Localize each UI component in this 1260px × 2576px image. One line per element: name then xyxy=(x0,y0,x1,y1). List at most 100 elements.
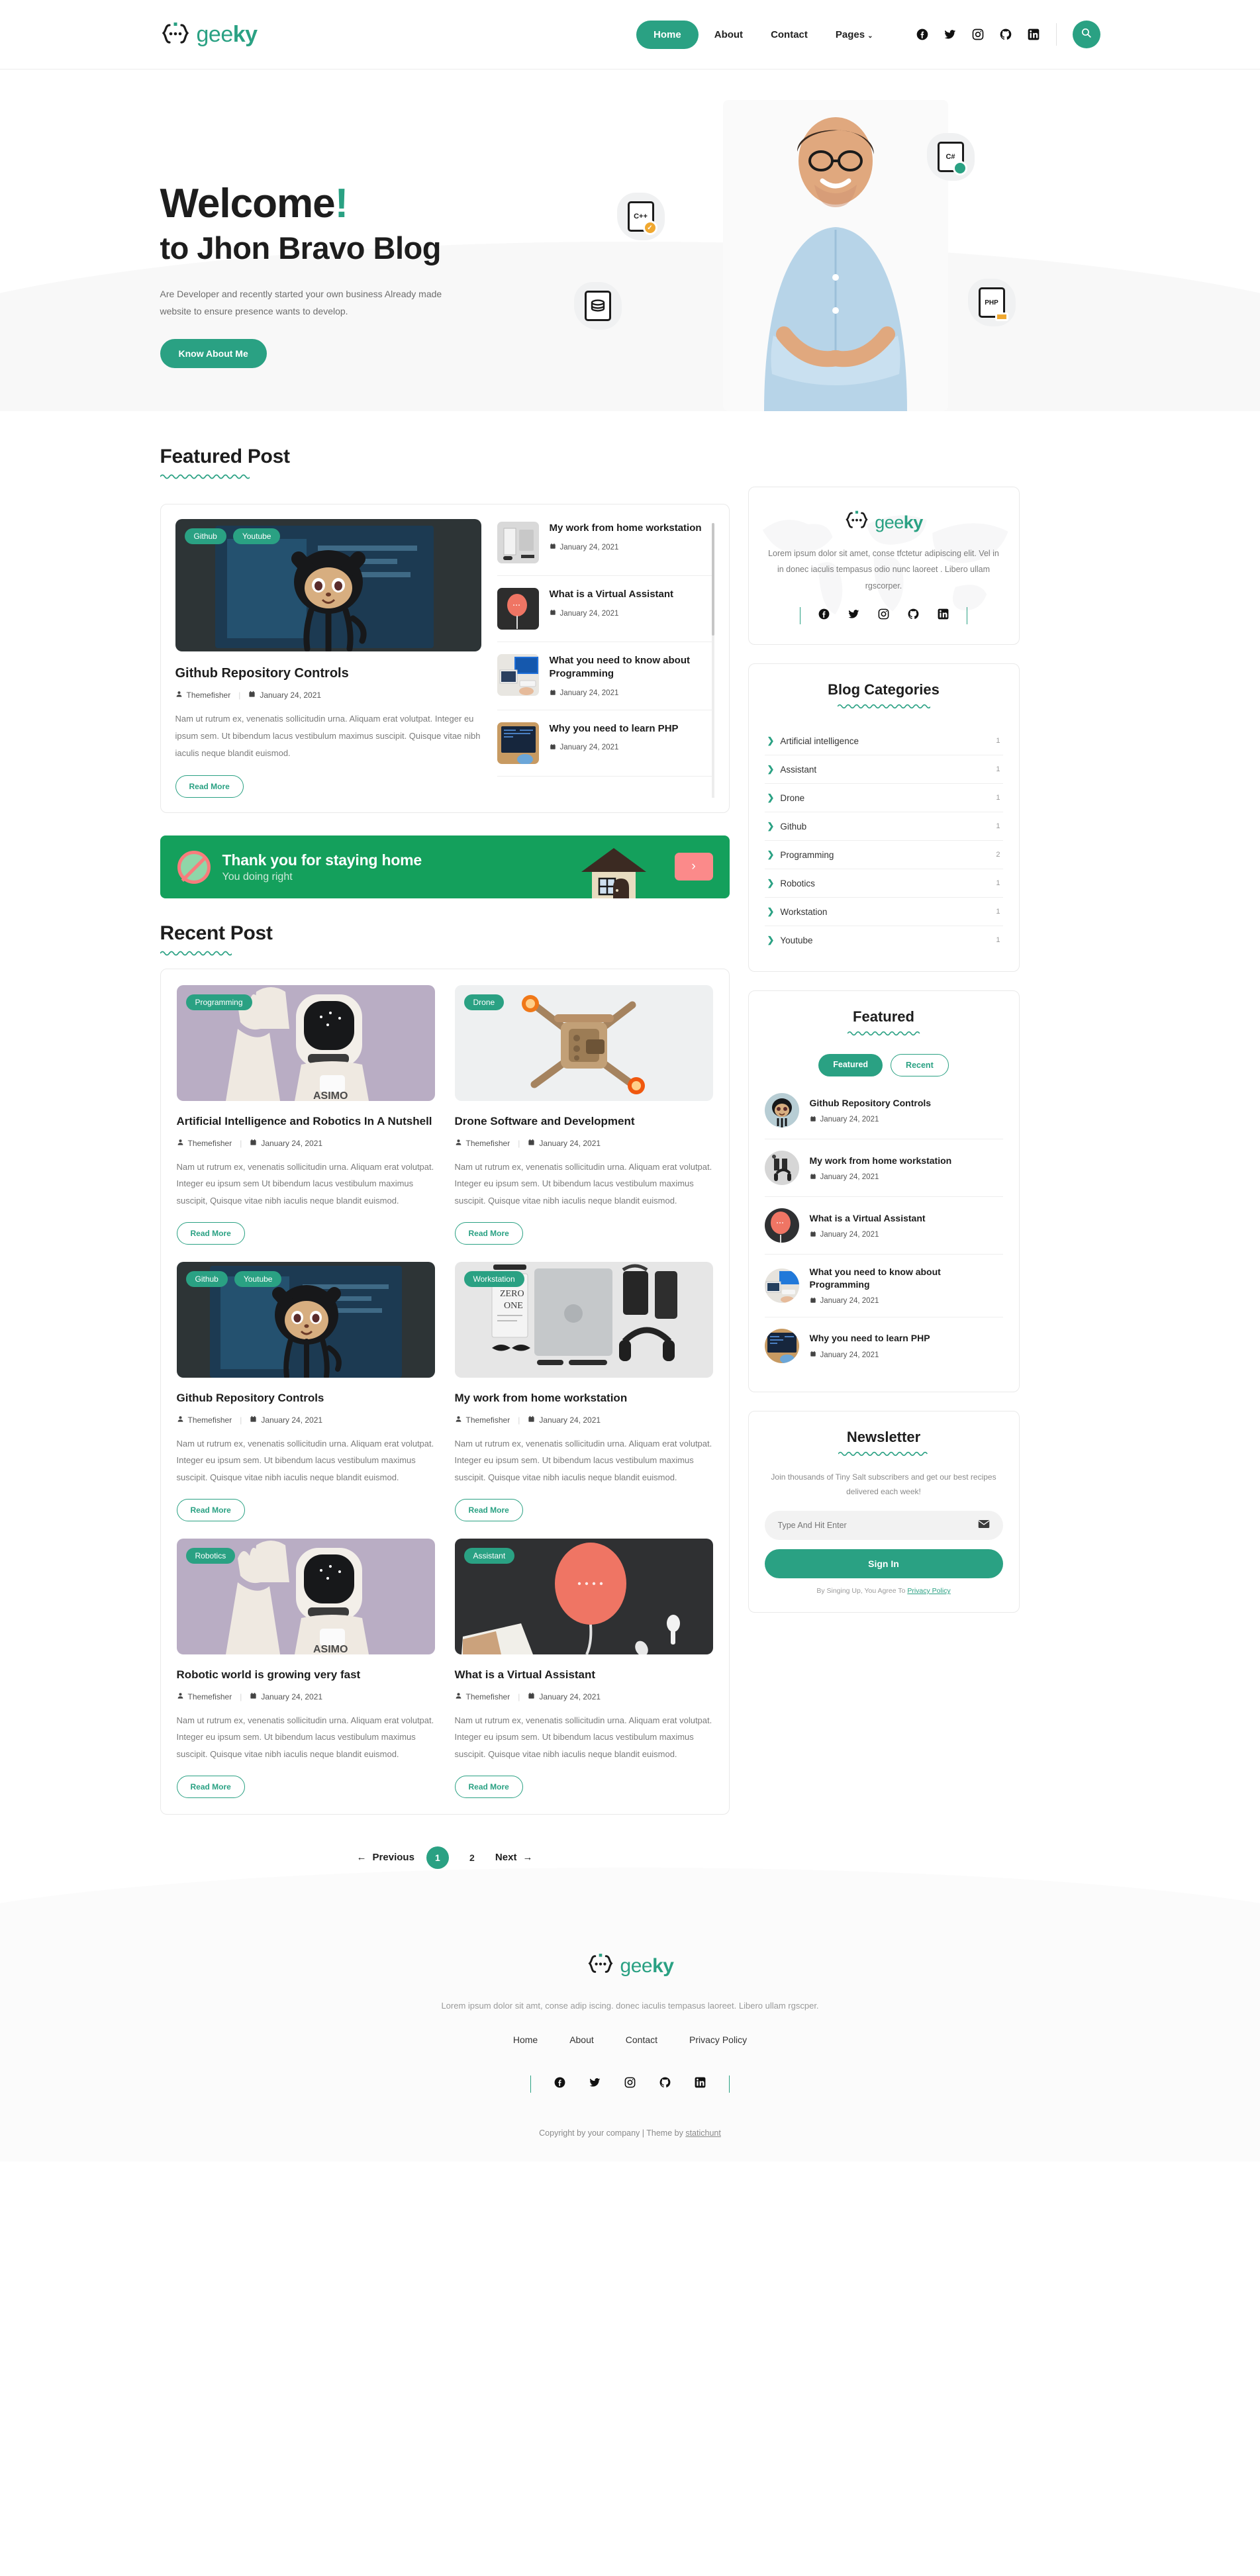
tab-recent[interactable]: Recent xyxy=(891,1054,949,1077)
github-icon[interactable] xyxy=(907,608,920,624)
post-title[interactable]: Artificial Intelligence and Robotics In … xyxy=(177,1114,435,1129)
post-tags: Programming xyxy=(185,994,252,1010)
category-item[interactable]: ❯ Robotics 1 xyxy=(764,869,1003,898)
post-title[interactable]: Github Repository Controls xyxy=(810,1097,932,1110)
nav-item-home[interactable]: Home xyxy=(636,20,699,49)
github-icon[interactable] xyxy=(999,28,1012,41)
twitter-icon[interactable] xyxy=(848,608,860,624)
instagram-icon[interactable] xyxy=(971,28,985,41)
post-title[interactable]: My work from home workstation xyxy=(455,1391,713,1406)
github-icon[interactable] xyxy=(659,2076,671,2092)
footer-nav-contact[interactable]: Contact xyxy=(626,2034,657,2045)
newsletter-email-input[interactable] xyxy=(777,1521,978,1531)
footer-nav-home[interactable]: Home xyxy=(513,2034,538,2045)
category-item[interactable]: ❯ Youtube 1 xyxy=(765,926,1003,954)
read-more-button[interactable]: Read More xyxy=(176,1498,245,1521)
featured-post-heading: Featured Post xyxy=(160,446,290,467)
post-title[interactable]: What you need to know about Programming xyxy=(550,654,714,681)
stay-home-promo-banner[interactable]: Thank you for staying home You doing rig… xyxy=(160,835,730,898)
list-item[interactable]: What is a Virtual Assistant January 24, … xyxy=(764,1197,1003,1255)
tag-chip[interactable]: Youtube xyxy=(234,1270,282,1287)
tag-chip[interactable]: Youtube xyxy=(232,528,281,544)
read-more-button[interactable]: Read More xyxy=(176,1221,245,1245)
instagram-icon[interactable] xyxy=(624,2076,636,2092)
read-more-button[interactable]: Read More xyxy=(454,1775,523,1798)
tag-chip[interactable]: Assistant xyxy=(463,1547,515,1564)
instagram-icon[interactable] xyxy=(877,608,890,624)
search-button[interactable] xyxy=(1072,21,1100,48)
footer-logo[interactable]: geeky xyxy=(160,1952,1100,1980)
linkedin-icon[interactable] xyxy=(694,2076,706,2092)
facebook-icon[interactable] xyxy=(818,608,830,624)
post-title[interactable]: Drone Software and Development xyxy=(455,1114,713,1129)
date-meta: January 24, 2021 xyxy=(250,1415,322,1425)
read-more-button[interactable]: Read More xyxy=(454,1221,523,1245)
read-more-button[interactable]: Read More xyxy=(175,775,244,798)
nav-item-pages[interactable]: Pages ⌄ xyxy=(824,23,885,47)
tag-chip[interactable]: Github xyxy=(185,1270,228,1287)
post-title[interactable]: What is a Virtual Assistant xyxy=(550,588,674,601)
post-title[interactable]: What is a Virtual Assistant xyxy=(810,1212,926,1225)
facebook-icon[interactable] xyxy=(916,28,929,41)
post-title[interactable]: My work from home workstation xyxy=(550,522,702,535)
next-page-button[interactable]: Next → xyxy=(495,1852,533,1863)
post-tags: Assistant xyxy=(463,1547,515,1564)
post-title[interactable]: What you need to know about Programming xyxy=(810,1266,1003,1291)
tab-featured[interactable]: Featured xyxy=(818,1054,883,1077)
tag-chip[interactable]: Robotics xyxy=(185,1547,236,1564)
list-item[interactable]: Why you need to learn PHP January 24, 20… xyxy=(764,1317,1003,1374)
nav-item-contact[interactable]: Contact xyxy=(759,23,820,47)
newsletter-signin-button[interactable]: Sign In xyxy=(764,1549,1003,1579)
post-title[interactable]: What is a Virtual Assistant xyxy=(455,1668,713,1683)
category-item[interactable]: ❯ Github 1 xyxy=(764,812,1003,841)
page-number-1[interactable]: 1 xyxy=(426,1846,449,1869)
post-thumbnail xyxy=(764,1093,799,1128)
post-title[interactable]: Github Repository Controls xyxy=(177,1391,435,1406)
read-more-button[interactable]: Read More xyxy=(454,1498,523,1521)
category-item[interactable]: ❯ Programming 2 xyxy=(764,841,1003,870)
tag-chip[interactable]: Workstation xyxy=(463,1270,524,1287)
category-item[interactable]: ❯ Assistant 1 xyxy=(764,755,1003,785)
sidebar: geeky Lorem ipsum dolor sit amet, conse … xyxy=(748,487,1020,1631)
read-more-button[interactable]: Read More xyxy=(176,1775,245,1798)
facebook-icon[interactable] xyxy=(554,2076,566,2092)
featured-post-image: Github Youtube xyxy=(175,519,481,651)
category-item[interactable]: ❯ Workstation 1 xyxy=(764,898,1003,927)
post-title[interactable]: Robotic world is growing very fast xyxy=(177,1668,435,1683)
category-item[interactable]: ❯ Artificial intelligence 1 xyxy=(764,727,1003,756)
twitter-icon[interactable] xyxy=(589,2076,601,2092)
promo-next-arrow-button[interactable]: › xyxy=(674,853,713,881)
list-item[interactable]: Github Repository Controls January 24, 2… xyxy=(764,1082,1003,1140)
tag-chip[interactable]: Drone xyxy=(463,994,505,1010)
know-about-me-button[interactable]: Know About Me xyxy=(160,338,267,368)
featured-list-scrollbar[interactable] xyxy=(711,523,714,798)
featured-post-title[interactable]: Github Repository Controls xyxy=(175,666,481,681)
date-meta: January 24, 2021 xyxy=(248,691,321,700)
privacy-policy-link[interactable]: Privacy Policy xyxy=(907,1587,950,1595)
linkedin-icon[interactable] xyxy=(1027,28,1040,41)
category-item[interactable]: ❯ Drone 1 xyxy=(764,784,1003,813)
tag-chip[interactable]: Programming xyxy=(185,994,252,1010)
footer-nav-privacy-policy[interactable]: Privacy Policy xyxy=(689,2034,747,2045)
list-item[interactable]: My work from home workstation January 24… xyxy=(764,1139,1003,1198)
list-item[interactable]: My work from home workstation January 24… xyxy=(497,519,714,576)
post-title[interactable]: My work from home workstation xyxy=(810,1155,952,1167)
list-item[interactable]: What is a Virtual Assistant January 24, … xyxy=(497,576,714,642)
previous-page-button[interactable]: ← Previous xyxy=(357,1852,414,1863)
hero-artwork: C++ ✓ C# PHP xyxy=(573,93,1054,411)
footer-nav-about[interactable]: About xyxy=(569,2034,594,2045)
linkedin-icon[interactable] xyxy=(937,608,949,624)
post-title[interactable]: Why you need to learn PHP xyxy=(810,1332,930,1345)
post-title[interactable]: Why you need to learn PHP xyxy=(550,722,679,736)
list-item[interactable]: Why you need to learn PHP January 24, 20… xyxy=(497,710,714,777)
nav-item-about[interactable]: About xyxy=(703,23,755,47)
statichunt-link[interactable]: statichunt xyxy=(685,2128,721,2138)
list-item[interactable]: What you need to know about Programming … xyxy=(497,642,714,710)
page-number-2[interactable]: 2 xyxy=(461,1846,483,1869)
twitter-icon[interactable] xyxy=(944,28,957,41)
list-item[interactable]: What you need to know about Programming … xyxy=(764,1255,1003,1317)
tag-chip[interactable]: Github xyxy=(184,528,226,544)
brand-logo[interactable]: geeky xyxy=(160,21,258,48)
date-meta: January 24, 2021 xyxy=(528,1415,601,1425)
post-date: January 24, 2021 xyxy=(810,1297,1003,1306)
